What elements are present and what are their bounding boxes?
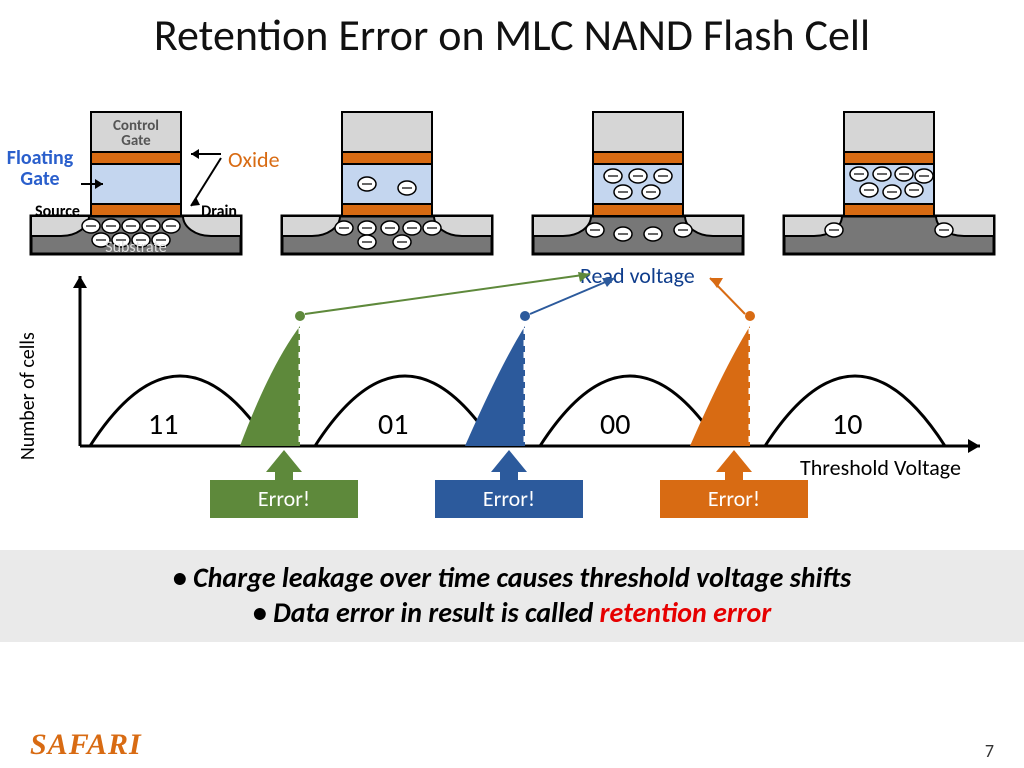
flash-cell-3 — [523, 66, 753, 266]
bullet-1: Charge leakage over time causes threshol… — [40, 560, 984, 595]
summary-bullets: Charge leakage over time causes threshol… — [0, 550, 1024, 642]
threshold-voltage-chart: Number of cells Read voltage 11 01 00 — [20, 266, 1004, 536]
state-01: 01 — [378, 406, 408, 443]
drain-text: Drain — [201, 202, 237, 221]
page-number: 7 — [985, 740, 994, 762]
flash-cell-2 — [272, 66, 502, 266]
state-10: 10 — [832, 406, 862, 443]
flash-cell-1: ControlGate Source Drain Substrate — [21, 66, 251, 266]
state-00: 00 — [600, 406, 630, 443]
source-text: Source — [35, 202, 80, 221]
substrate-text: Substrate — [105, 238, 166, 257]
brand-logo: SAFARI — [30, 728, 142, 762]
bullet-2: Data error in result is called retention… — [40, 595, 984, 630]
error-badge-blue: Error! — [435, 480, 583, 518]
chart-xlabel: Threshold Voltage — [800, 454, 961, 481]
error-badge-orange: Error! — [660, 480, 808, 518]
error-badge-green: Error! — [210, 480, 358, 518]
flash-cell-4 — [774, 66, 1004, 266]
state-11: 11 — [148, 406, 178, 443]
cell-diagram-row: Floating Gate Oxide ControlGate — [0, 66, 1024, 266]
slide-title: Retention Error on MLC NAND Flash Cell — [0, 0, 1024, 66]
